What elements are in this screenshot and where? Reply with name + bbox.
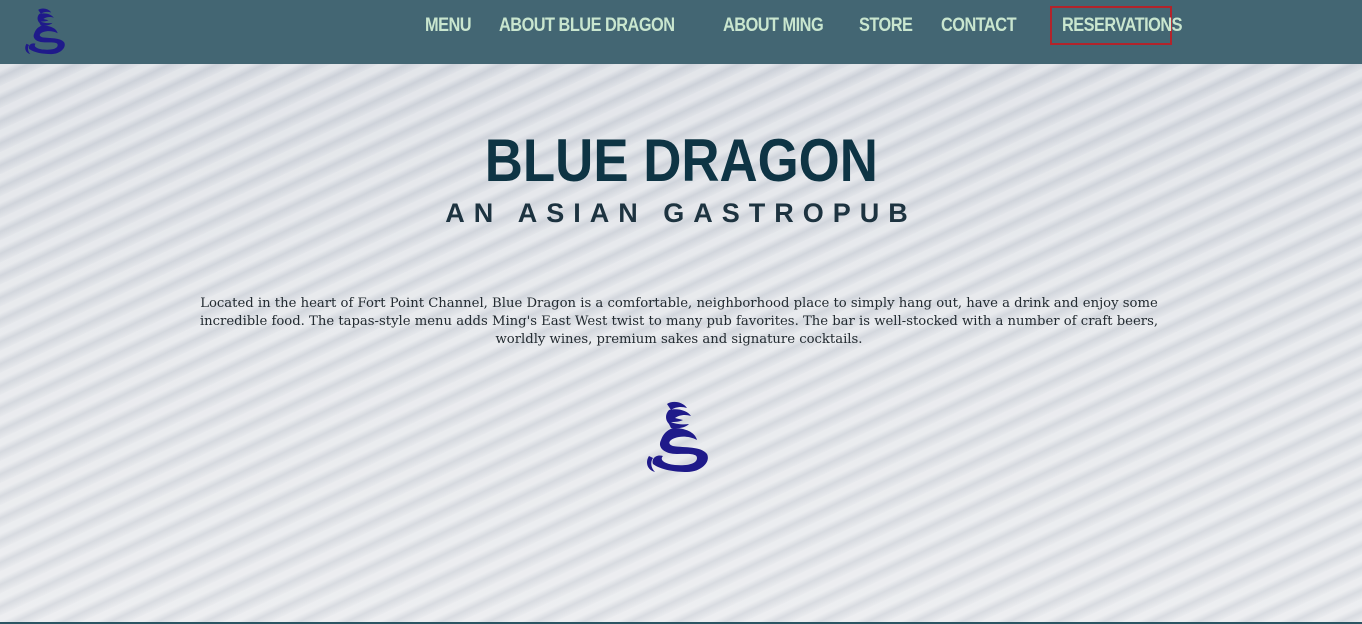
- nav-item-about-ming[interactable]: ABOUT MING: [721, 6, 841, 45]
- nav-item-menu[interactable]: MENU: [423, 6, 481, 45]
- reservations-button[interactable]: RESERVATIONS: [1050, 6, 1183, 45]
- page-title: BLUE DRAGON: [0, 126, 1362, 195]
- dragon-logo-icon: [638, 398, 720, 478]
- nav-link-about-ming[interactable]: ABOUT MING: [723, 15, 824, 37]
- dragon-logo-icon[interactable]: [20, 6, 72, 58]
- nav-item-store[interactable]: STORE: [857, 6, 923, 45]
- intro-description: Located in the heart of Fort Point Chann…: [199, 296, 1159, 347]
- nav-item-contact[interactable]: CONTACT: [939, 6, 1030, 45]
- nav-link-about-blue-dragon[interactable]: ABOUT BLUE DRAGON: [499, 15, 675, 37]
- site-header: MENU ABOUT BLUE DRAGON ABOUT MING STORE …: [0, 0, 1362, 64]
- page-title-text: BLUE DRAGON: [484, 127, 878, 194]
- main-nav: MENU ABOUT BLUE DRAGON ABOUT MING STORE …: [415, 6, 1183, 45]
- nav-link-menu[interactable]: MENU: [425, 15, 472, 37]
- nav-link-reservations[interactable]: RESERVATIONS: [1062, 15, 1183, 37]
- nav-link-store[interactable]: STORE: [859, 15, 913, 37]
- nav-item-about-blue-dragon[interactable]: ABOUT BLUE DRAGON: [497, 6, 705, 45]
- nav-link-contact[interactable]: CONTACT: [941, 15, 1017, 37]
- page-subtitle: AN ASIAN GASTROPUB: [445, 198, 917, 228]
